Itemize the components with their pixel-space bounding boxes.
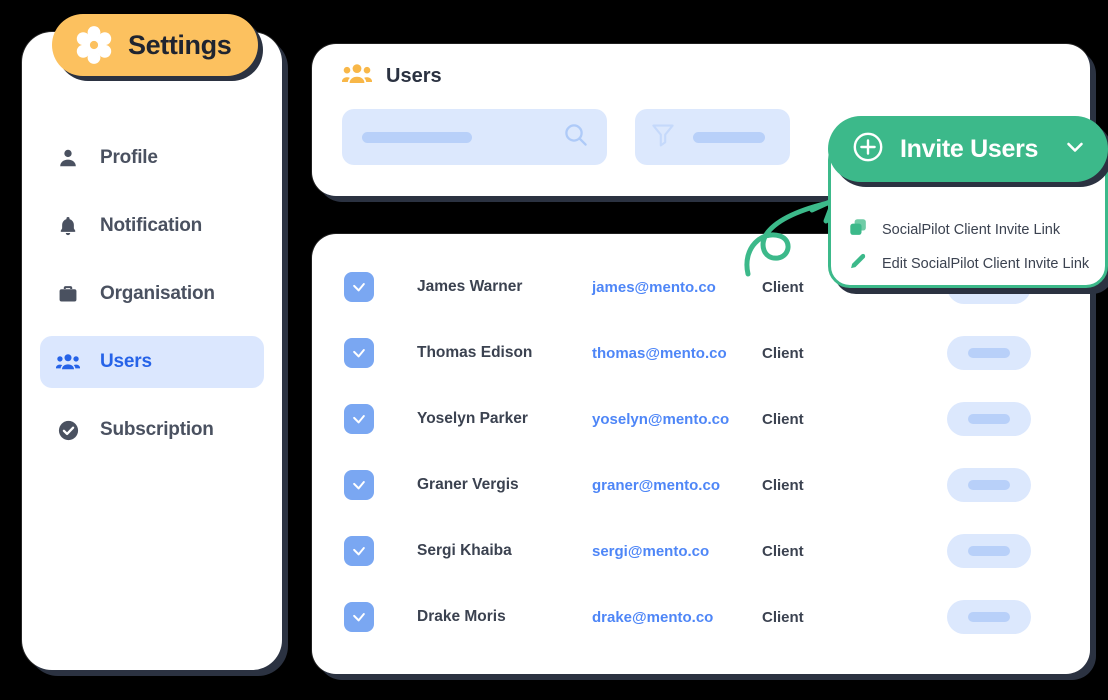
user-email[interactable]: james@mento.co bbox=[592, 279, 762, 296]
check-circle-icon bbox=[56, 418, 80, 442]
user-email[interactable]: drake@mento.co bbox=[592, 609, 762, 626]
user-name: James Warner bbox=[417, 278, 523, 295]
user-name: Drake Moris bbox=[417, 608, 506, 625]
user-email[interactable]: yoselyn@mento.co bbox=[592, 411, 762, 428]
row-action-skeleton bbox=[968, 546, 1010, 556]
row-action-button[interactable] bbox=[947, 468, 1031, 502]
row-action-button[interactable] bbox=[947, 402, 1031, 436]
row-action-cell bbox=[947, 336, 1031, 370]
filter-dropdown[interactable] bbox=[635, 109, 790, 165]
users-table-card: James Warner james@mento.co Client Thomas E… bbox=[312, 234, 1090, 674]
user-name: Graner Vergis bbox=[417, 476, 519, 493]
user-name: Thomas Edison bbox=[417, 344, 533, 361]
row-action-skeleton bbox=[968, 414, 1010, 424]
sidebar-item-organisation[interactable]: Organisation bbox=[40, 268, 264, 320]
gear-icon bbox=[74, 25, 114, 65]
table-row: Drake Moris drake@mento.co Client bbox=[312, 584, 1090, 650]
users-group-icon bbox=[341, 62, 373, 91]
user-email[interactable]: graner@mento.co bbox=[592, 477, 762, 494]
invite-menu-item-copy-link[interactable]: SocialPilot Client Invite Link bbox=[831, 213, 1105, 247]
row-action-skeleton bbox=[968, 480, 1010, 490]
row-checkbox[interactable] bbox=[344, 338, 374, 368]
briefcase-icon bbox=[56, 282, 80, 306]
search-icon[interactable] bbox=[563, 122, 589, 153]
bell-icon bbox=[56, 214, 80, 238]
sidebar-item-profile[interactable]: Profile bbox=[40, 132, 264, 184]
invite-users-label: Invite Users bbox=[900, 134, 1039, 163]
user-role: Client bbox=[762, 410, 804, 428]
row-action-skeleton bbox=[968, 348, 1010, 358]
search-placeholder-skeleton bbox=[362, 131, 472, 143]
row-checkbox[interactable] bbox=[344, 404, 374, 434]
row-checkbox[interactable] bbox=[344, 470, 374, 500]
user-role: Client bbox=[762, 476, 804, 494]
copy-icon bbox=[849, 218, 868, 242]
row-action-button[interactable] bbox=[947, 336, 1031, 370]
sidebar-item-label: Organisation bbox=[100, 283, 215, 304]
row-checkbox[interactable] bbox=[344, 602, 374, 632]
invite-menu-item-label: Edit SocialPilot Client Invite Link bbox=[882, 256, 1090, 272]
search-input[interactable] bbox=[342, 109, 607, 165]
row-action-cell bbox=[947, 468, 1031, 502]
pencil-icon bbox=[849, 252, 868, 276]
user-name: Yoselyn Parker bbox=[417, 410, 528, 427]
table-row: Yoselyn Parker yoselyn@mento.co Client bbox=[312, 386, 1090, 452]
sidebar-item-label: Users bbox=[100, 351, 152, 372]
row-checkbox[interactable] bbox=[344, 536, 374, 566]
invite-menu-item-label: SocialPilot Client Invite Link bbox=[882, 222, 1061, 238]
table-row: Sergi Khaiba sergi@mento.co Client bbox=[312, 518, 1090, 584]
row-action-cell bbox=[947, 534, 1031, 568]
plus-circle-icon bbox=[852, 131, 884, 168]
table-row: Graner Vergis graner@mento.co Client bbox=[312, 452, 1090, 518]
filter-label-skeleton bbox=[693, 131, 765, 143]
sidebar-item-users[interactable]: Users bbox=[40, 336, 264, 388]
row-action-skeleton bbox=[968, 612, 1010, 622]
users-table-body: James Warner james@mento.co Client Thomas E… bbox=[312, 254, 1090, 650]
row-action-cell bbox=[947, 402, 1031, 436]
invite-dropdown-list: SocialPilot Client Invite Link Edit Soci… bbox=[831, 213, 1105, 281]
settings-title-badge: Settings bbox=[52, 14, 258, 76]
settings-title-label: Settings bbox=[128, 29, 232, 60]
sidebar-item-label: Notification bbox=[100, 215, 203, 236]
user-name: Sergi Khaiba bbox=[417, 542, 512, 559]
app-root: Settings Profile Notification Organisati… bbox=[0, 0, 1108, 700]
person-icon bbox=[56, 146, 80, 170]
sidebar-item-subscription[interactable]: Subscription bbox=[40, 404, 264, 456]
filter-icon bbox=[651, 122, 675, 153]
user-role: Client bbox=[762, 542, 804, 560]
table-row: Thomas Edison thomas@mento.co Client bbox=[312, 320, 1090, 386]
sidebar-nav: Profile Notification Organisation Users … bbox=[22, 132, 282, 464]
user-email[interactable]: sergi@mento.co bbox=[592, 543, 762, 560]
invite-menu-item-edit-link[interactable]: Edit SocialPilot Client Invite Link bbox=[831, 247, 1105, 281]
sidebar-item-label: Subscription bbox=[100, 419, 214, 440]
user-role: Client bbox=[762, 608, 804, 626]
user-role: Client bbox=[762, 344, 804, 362]
row-action-cell bbox=[947, 600, 1031, 634]
page-title: Users bbox=[386, 65, 442, 87]
row-action-button[interactable] bbox=[947, 534, 1031, 568]
sidebar-item-notification[interactable]: Notification bbox=[40, 200, 264, 252]
row-checkbox[interactable] bbox=[344, 272, 374, 302]
panel-header: Users bbox=[312, 44, 1090, 91]
invite-users-button[interactable]: Invite Users bbox=[828, 116, 1108, 182]
sidebar-item-label: Profile bbox=[100, 147, 158, 168]
chevron-down-icon[interactable] bbox=[1062, 134, 1088, 165]
users-icon bbox=[56, 350, 80, 374]
user-email[interactable]: thomas@mento.co bbox=[592, 345, 762, 362]
row-action-button[interactable] bbox=[947, 600, 1031, 634]
